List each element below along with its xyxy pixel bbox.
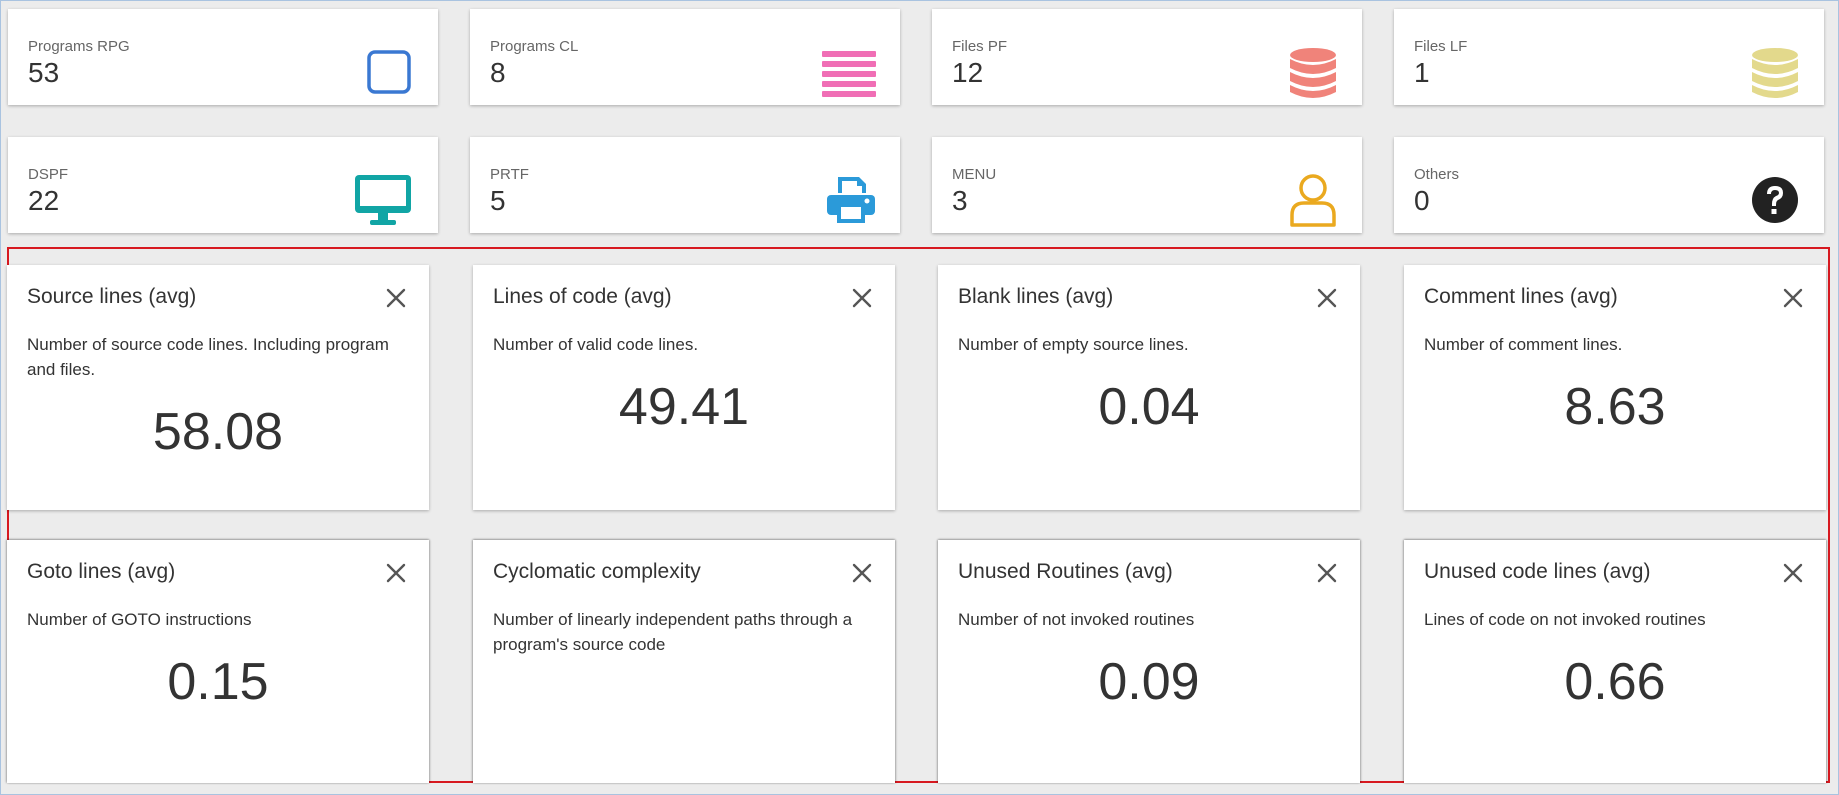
stat-card-prtf[interactable]: PRTF 5 bbox=[470, 137, 900, 233]
card-value: 0.04 bbox=[1098, 378, 1200, 436]
metric-card-blank-lines[interactable]: Blank lines (avg) Number of empty source… bbox=[938, 265, 1360, 510]
card-description: Number of linearly independent paths thr… bbox=[493, 610, 853, 654]
stat-card-dspf[interactable]: DSPF 22 bbox=[8, 137, 438, 233]
card-title: Unused Routines (avg) bbox=[958, 560, 1173, 583]
database-icon bbox=[1288, 47, 1338, 98]
card-description: Number of valid code lines. bbox=[493, 335, 699, 354]
stat-value: 53 bbox=[28, 57, 60, 88]
database-icon bbox=[1750, 47, 1800, 98]
card-value: 0.15 bbox=[167, 653, 269, 711]
close-icon[interactable] bbox=[851, 287, 873, 309]
card-title: Cyclomatic complexity bbox=[493, 560, 701, 583]
bars-icon bbox=[822, 47, 876, 97]
stat-value: 1 bbox=[1414, 57, 1430, 88]
stat-value: 3 bbox=[952, 185, 968, 216]
printer-icon bbox=[826, 175, 876, 225]
metric-card-lines-of-code[interactable]: Lines of code (avg) Number of valid code… bbox=[473, 265, 895, 510]
card-description: Number of source code lines. Including p… bbox=[27, 335, 389, 379]
metric-card-source-lines[interactable]: Source lines (avg) Number of source code… bbox=[7, 265, 429, 510]
card-description: Number of empty source lines. bbox=[958, 335, 1189, 354]
stat-card-menu[interactable]: MENU 3 bbox=[932, 137, 1362, 233]
stat-card-others[interactable]: Others 0 bbox=[1394, 137, 1824, 233]
card-title: Lines of code (avg) bbox=[493, 285, 672, 308]
stat-label: MENU bbox=[952, 166, 997, 183]
metric-card-unused-routines[interactable]: Unused Routines (avg) Number of not invo… bbox=[938, 540, 1360, 783]
stat-card-programs-cl[interactable]: Programs CL 8 bbox=[470, 9, 900, 105]
stat-label: Programs CL bbox=[490, 38, 579, 55]
stat-card-programs-rpg[interactable]: Programs RPG 53 bbox=[8, 9, 438, 105]
question-circle-icon bbox=[1750, 175, 1800, 225]
metric-card-comment-lines[interactable]: Comment lines (avg) Number of comment li… bbox=[1404, 265, 1826, 510]
stat-value: 8 bbox=[490, 57, 506, 88]
card-value: 8.63 bbox=[1564, 378, 1666, 436]
metric-card-cyclomatic-complexity[interactable]: Cyclomatic complexity Number of linearly… bbox=[473, 540, 895, 783]
card-value: 49.41 bbox=[618, 378, 750, 436]
stat-value: 0 bbox=[1414, 185, 1430, 216]
stat-card-files-lf[interactable]: Files LF 1 bbox=[1394, 9, 1824, 105]
card-title: Comment lines (avg) bbox=[1424, 285, 1618, 308]
card-title: Source lines (avg) bbox=[27, 285, 197, 308]
stat-label: PRTF bbox=[490, 166, 529, 183]
stat-card-files-pf[interactable]: Files PF 12 bbox=[932, 9, 1362, 105]
desktop-icon bbox=[354, 174, 412, 225]
stat-label: Programs RPG bbox=[28, 38, 130, 55]
stat-label: Files LF bbox=[1414, 38, 1468, 55]
square-outline-icon bbox=[364, 47, 414, 97]
close-icon[interactable] bbox=[1782, 562, 1804, 584]
close-icon[interactable] bbox=[851, 562, 873, 584]
card-description: Number of comment lines. bbox=[1424, 335, 1623, 354]
stat-value: 22 bbox=[28, 185, 60, 216]
card-description: Number of not invoked routines bbox=[958, 610, 1195, 629]
close-icon[interactable] bbox=[1316, 287, 1338, 309]
card-value: 58.08 bbox=[152, 403, 284, 461]
card-title: Goto lines (avg) bbox=[27, 560, 176, 583]
close-icon[interactable] bbox=[385, 287, 407, 309]
close-icon[interactable] bbox=[1316, 562, 1338, 584]
metric-card-goto-lines[interactable]: Goto lines (avg) Number of GOTO instruct… bbox=[7, 540, 429, 783]
stat-value: 12 bbox=[952, 57, 984, 88]
stat-value: 5 bbox=[490, 185, 506, 216]
card-title: Unused code lines (avg) bbox=[1424, 560, 1651, 583]
stat-label: Files PF bbox=[952, 38, 1008, 55]
card-value: 0.66 bbox=[1564, 653, 1666, 711]
card-value: 0.09 bbox=[1098, 653, 1200, 711]
card-title: Blank lines (avg) bbox=[958, 285, 1114, 308]
close-icon[interactable] bbox=[385, 562, 407, 584]
stat-label: Others bbox=[1414, 166, 1460, 183]
metric-card-unused-code-lines[interactable]: Unused code lines (avg) Lines of code on… bbox=[1404, 540, 1826, 783]
card-description: Lines of code on not invoked routines bbox=[1424, 610, 1706, 629]
stat-label: DSPF bbox=[28, 166, 69, 183]
card-description: Number of GOTO instructions bbox=[27, 610, 252, 629]
user-icon bbox=[1288, 173, 1338, 227]
close-icon[interactable] bbox=[1782, 287, 1804, 309]
